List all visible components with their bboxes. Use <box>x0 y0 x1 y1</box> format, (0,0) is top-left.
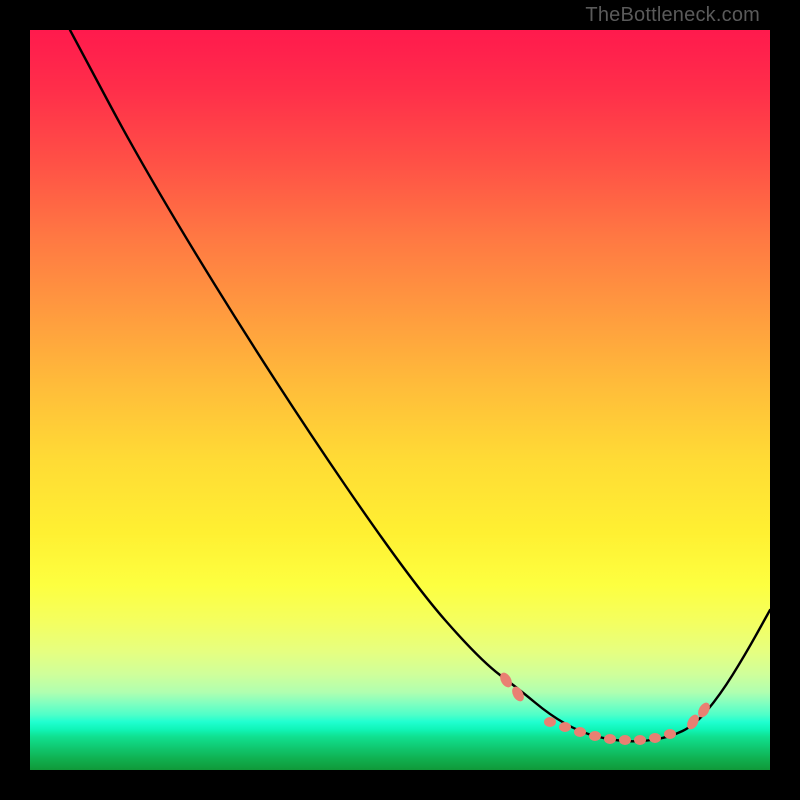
marker-dot <box>649 733 661 743</box>
curve-markers <box>498 671 713 745</box>
bottleneck-curve <box>70 30 770 741</box>
marker-dot <box>498 671 515 690</box>
marker-dot <box>634 735 646 745</box>
marker-dot <box>589 731 601 741</box>
marker-dot <box>664 729 676 739</box>
marker-dot <box>559 722 571 732</box>
marker-dot <box>619 735 631 745</box>
marker-dot <box>604 734 616 744</box>
marker-dot <box>574 727 586 737</box>
chart-area <box>30 30 770 770</box>
marker-dot <box>544 717 556 727</box>
curve-svg <box>30 30 770 770</box>
watermark-text: TheBottleneck.com <box>585 4 760 27</box>
